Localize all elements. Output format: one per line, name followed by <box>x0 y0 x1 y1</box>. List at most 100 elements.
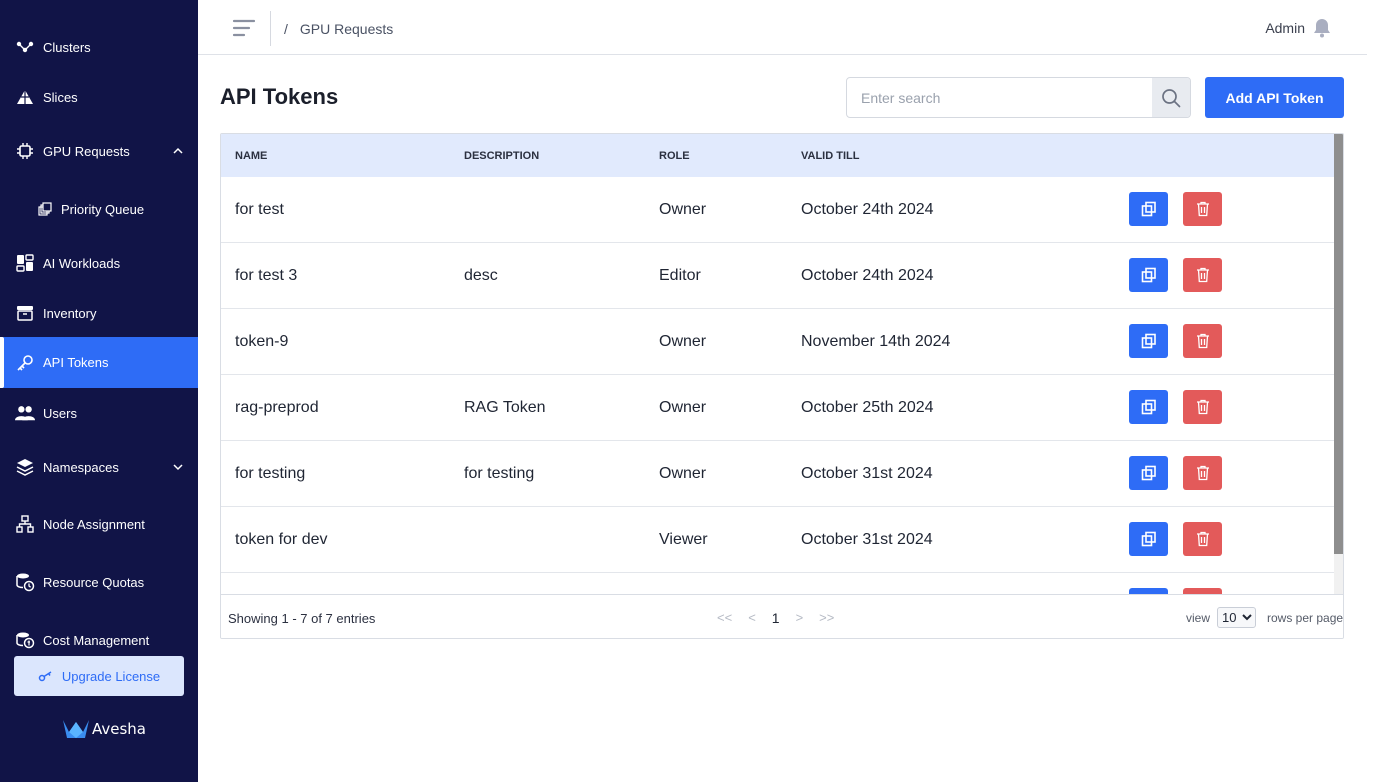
rows-per-page-select[interactable]: 10 <box>1217 607 1256 628</box>
page-title: API Tokens <box>220 84 339 109</box>
delete-token-button[interactable] <box>1183 390 1222 424</box>
sidebar-item-users[interactable]: Users <box>0 400 198 426</box>
table-row: for test Owner October 24th 2024 <box>221 177 1335 243</box>
copy-token-button[interactable] <box>1129 258 1168 292</box>
prev-page-button[interactable]: < <box>748 610 756 626</box>
workloads-icon <box>15 253 35 273</box>
delete-token-button[interactable] <box>1183 258 1222 292</box>
copy-token-button[interactable] <box>1129 456 1168 490</box>
current-page[interactable]: 1 <box>772 610 780 626</box>
cell-description: for testing <box>464 465 535 482</box>
upgrade-license-button[interactable]: Upgrade License <box>14 656 184 696</box>
column-header-description[interactable]: DESCRIPTION <box>464 150 539 162</box>
sidebar-item-priority-queue[interactable]: Priority Queue <box>0 196 198 222</box>
cell-name: token for dev <box>235 531 328 548</box>
sidebar-item-label: GPU Requests <box>43 143 130 159</box>
last-page-button[interactable]: >> <box>819 610 834 626</box>
cell-name: for test <box>235 201 284 218</box>
copy-token-button[interactable] <box>1129 192 1168 226</box>
cell-role: Owner <box>659 333 707 350</box>
sidebar-item-namespaces[interactable]: Namespaces <box>0 454 198 480</box>
cost-icon <box>15 630 35 650</box>
copy-icon <box>1141 465 1156 481</box>
trash-icon <box>1196 399 1209 415</box>
column-header-valid-till[interactable]: VALID TILL <box>801 150 859 162</box>
sidebar-item-gpu-requests[interactable]: GPU Requests <box>0 138 198 164</box>
copy-token-button[interactable] <box>1129 324 1168 358</box>
delete-token-button[interactable] <box>1183 192 1222 226</box>
sidebar-item-ai-workloads[interactable]: AI Workloads <box>0 250 198 276</box>
copy-icon <box>1141 333 1156 349</box>
app-root: Clusters Slices GPU Requests Priority Qu… <box>0 0 1375 782</box>
user-name: Admin <box>1265 20 1305 36</box>
copy-icon <box>1141 201 1156 217</box>
delete-token-button[interactable] <box>1183 522 1222 556</box>
delete-token-button[interactable] <box>1183 324 1222 358</box>
cell-valid-till: October 25th 2024 <box>801 399 934 416</box>
sidebar-item-resource-quotas[interactable]: Resource Quotas <box>0 569 198 595</box>
chevron-up-icon[interactable] <box>172 145 184 157</box>
slices-icon <box>15 87 35 107</box>
scrollbar-thumb[interactable] <box>1334 134 1343 554</box>
add-api-token-button[interactable]: Add API Token <box>1205 77 1344 118</box>
cell-role: Owner <box>659 399 707 416</box>
cell-name: for test 3 <box>235 267 298 284</box>
sidebar-item-node-assignment[interactable]: Node Assignment <box>0 511 198 537</box>
cell-role: Viewer <box>659 531 708 548</box>
trash-icon <box>1196 201 1209 217</box>
cell-valid-till: November 14th 2024 <box>801 333 951 350</box>
cell-name: for testing <box>235 465 306 482</box>
cell-valid-till: October 24th 2024 <box>801 267 934 284</box>
sidebar-item-inventory[interactable]: Inventory <box>0 300 198 326</box>
bell-icon[interactable] <box>1313 18 1331 38</box>
api-tokens-table: NAME DESCRIPTION ROLE VALID TILL for tes… <box>220 133 1344 639</box>
table-scrollbar[interactable] <box>1334 134 1343 594</box>
table-scroll-area: NAME DESCRIPTION ROLE VALID TILL for tes… <box>221 134 1335 594</box>
table-row: for test 3 desc Editor October 24th 2024 <box>221 243 1335 309</box>
sidebar-item-label: Namespaces <box>43 459 119 475</box>
sidebar: Clusters Slices GPU Requests Priority Qu… <box>0 0 198 782</box>
table-footer: Showing 1 - 7 of 7 entries << < 1 > >> v… <box>221 594 1343 638</box>
search-input[interactable] <box>847 78 1153 117</box>
next-page-button[interactable]: > <box>796 610 804 626</box>
table-row: for testing for testing Owner October 31… <box>221 441 1335 507</box>
trash-icon <box>1196 267 1209 283</box>
sidebar-item-slices[interactable]: Slices <box>0 84 198 110</box>
menu-toggle-icon[interactable] <box>232 18 256 38</box>
sidebar-item-label: Resource Quotas <box>43 574 145 590</box>
sidebar-item-clusters[interactable]: Clusters <box>0 34 198 60</box>
sidebar-item-label: Priority Queue <box>61 201 145 217</box>
user-menu[interactable]: Admin <box>1265 18 1331 38</box>
sidebar-item-label: Inventory <box>43 305 97 321</box>
brand-name: Avesha <box>92 720 147 738</box>
table-header: NAME DESCRIPTION ROLE VALID TILL <box>221 134 1335 177</box>
sidebar-item-api-tokens[interactable]: API Tokens <box>0 337 198 388</box>
key-icon <box>15 353 35 373</box>
view-label: view <box>1186 611 1211 625</box>
trash-icon <box>1196 531 1209 547</box>
search-button[interactable] <box>1152 78 1190 117</box>
cell-valid-till: October 31st 2024 <box>801 465 933 482</box>
clusters-icon <box>15 37 35 57</box>
delete-token-button[interactable] <box>1183 456 1222 490</box>
trash-icon <box>1196 333 1209 349</box>
column-header-name[interactable]: NAME <box>235 150 267 162</box>
inventory-icon <box>15 303 35 323</box>
sidebar-item-label: Users <box>43 405 77 421</box>
copy-token-button[interactable] <box>1129 522 1168 556</box>
search-icon <box>1162 88 1181 107</box>
sidebar-item-label: Clusters <box>43 39 91 55</box>
breadcrumb-item[interactable]: GPU Requests <box>300 21 393 37</box>
sidebar-item-label: Node Assignment <box>43 516 145 532</box>
first-page-button[interactable]: << <box>717 610 732 626</box>
hierarchy-icon <box>15 514 35 534</box>
column-header-role[interactable]: ROLE <box>659 150 690 162</box>
avesha-crown-icon <box>63 720 89 738</box>
queue-icon <box>35 199 55 219</box>
sidebar-item-label: Slices <box>43 89 78 105</box>
copy-token-button[interactable] <box>1129 390 1168 424</box>
chevron-down-icon[interactable] <box>172 461 184 473</box>
sidebar-item-cost-management[interactable]: Cost Management <box>0 627 198 653</box>
layers-icon <box>15 457 35 477</box>
table-row: token for dev Viewer October 31st 2024 <box>221 507 1335 573</box>
